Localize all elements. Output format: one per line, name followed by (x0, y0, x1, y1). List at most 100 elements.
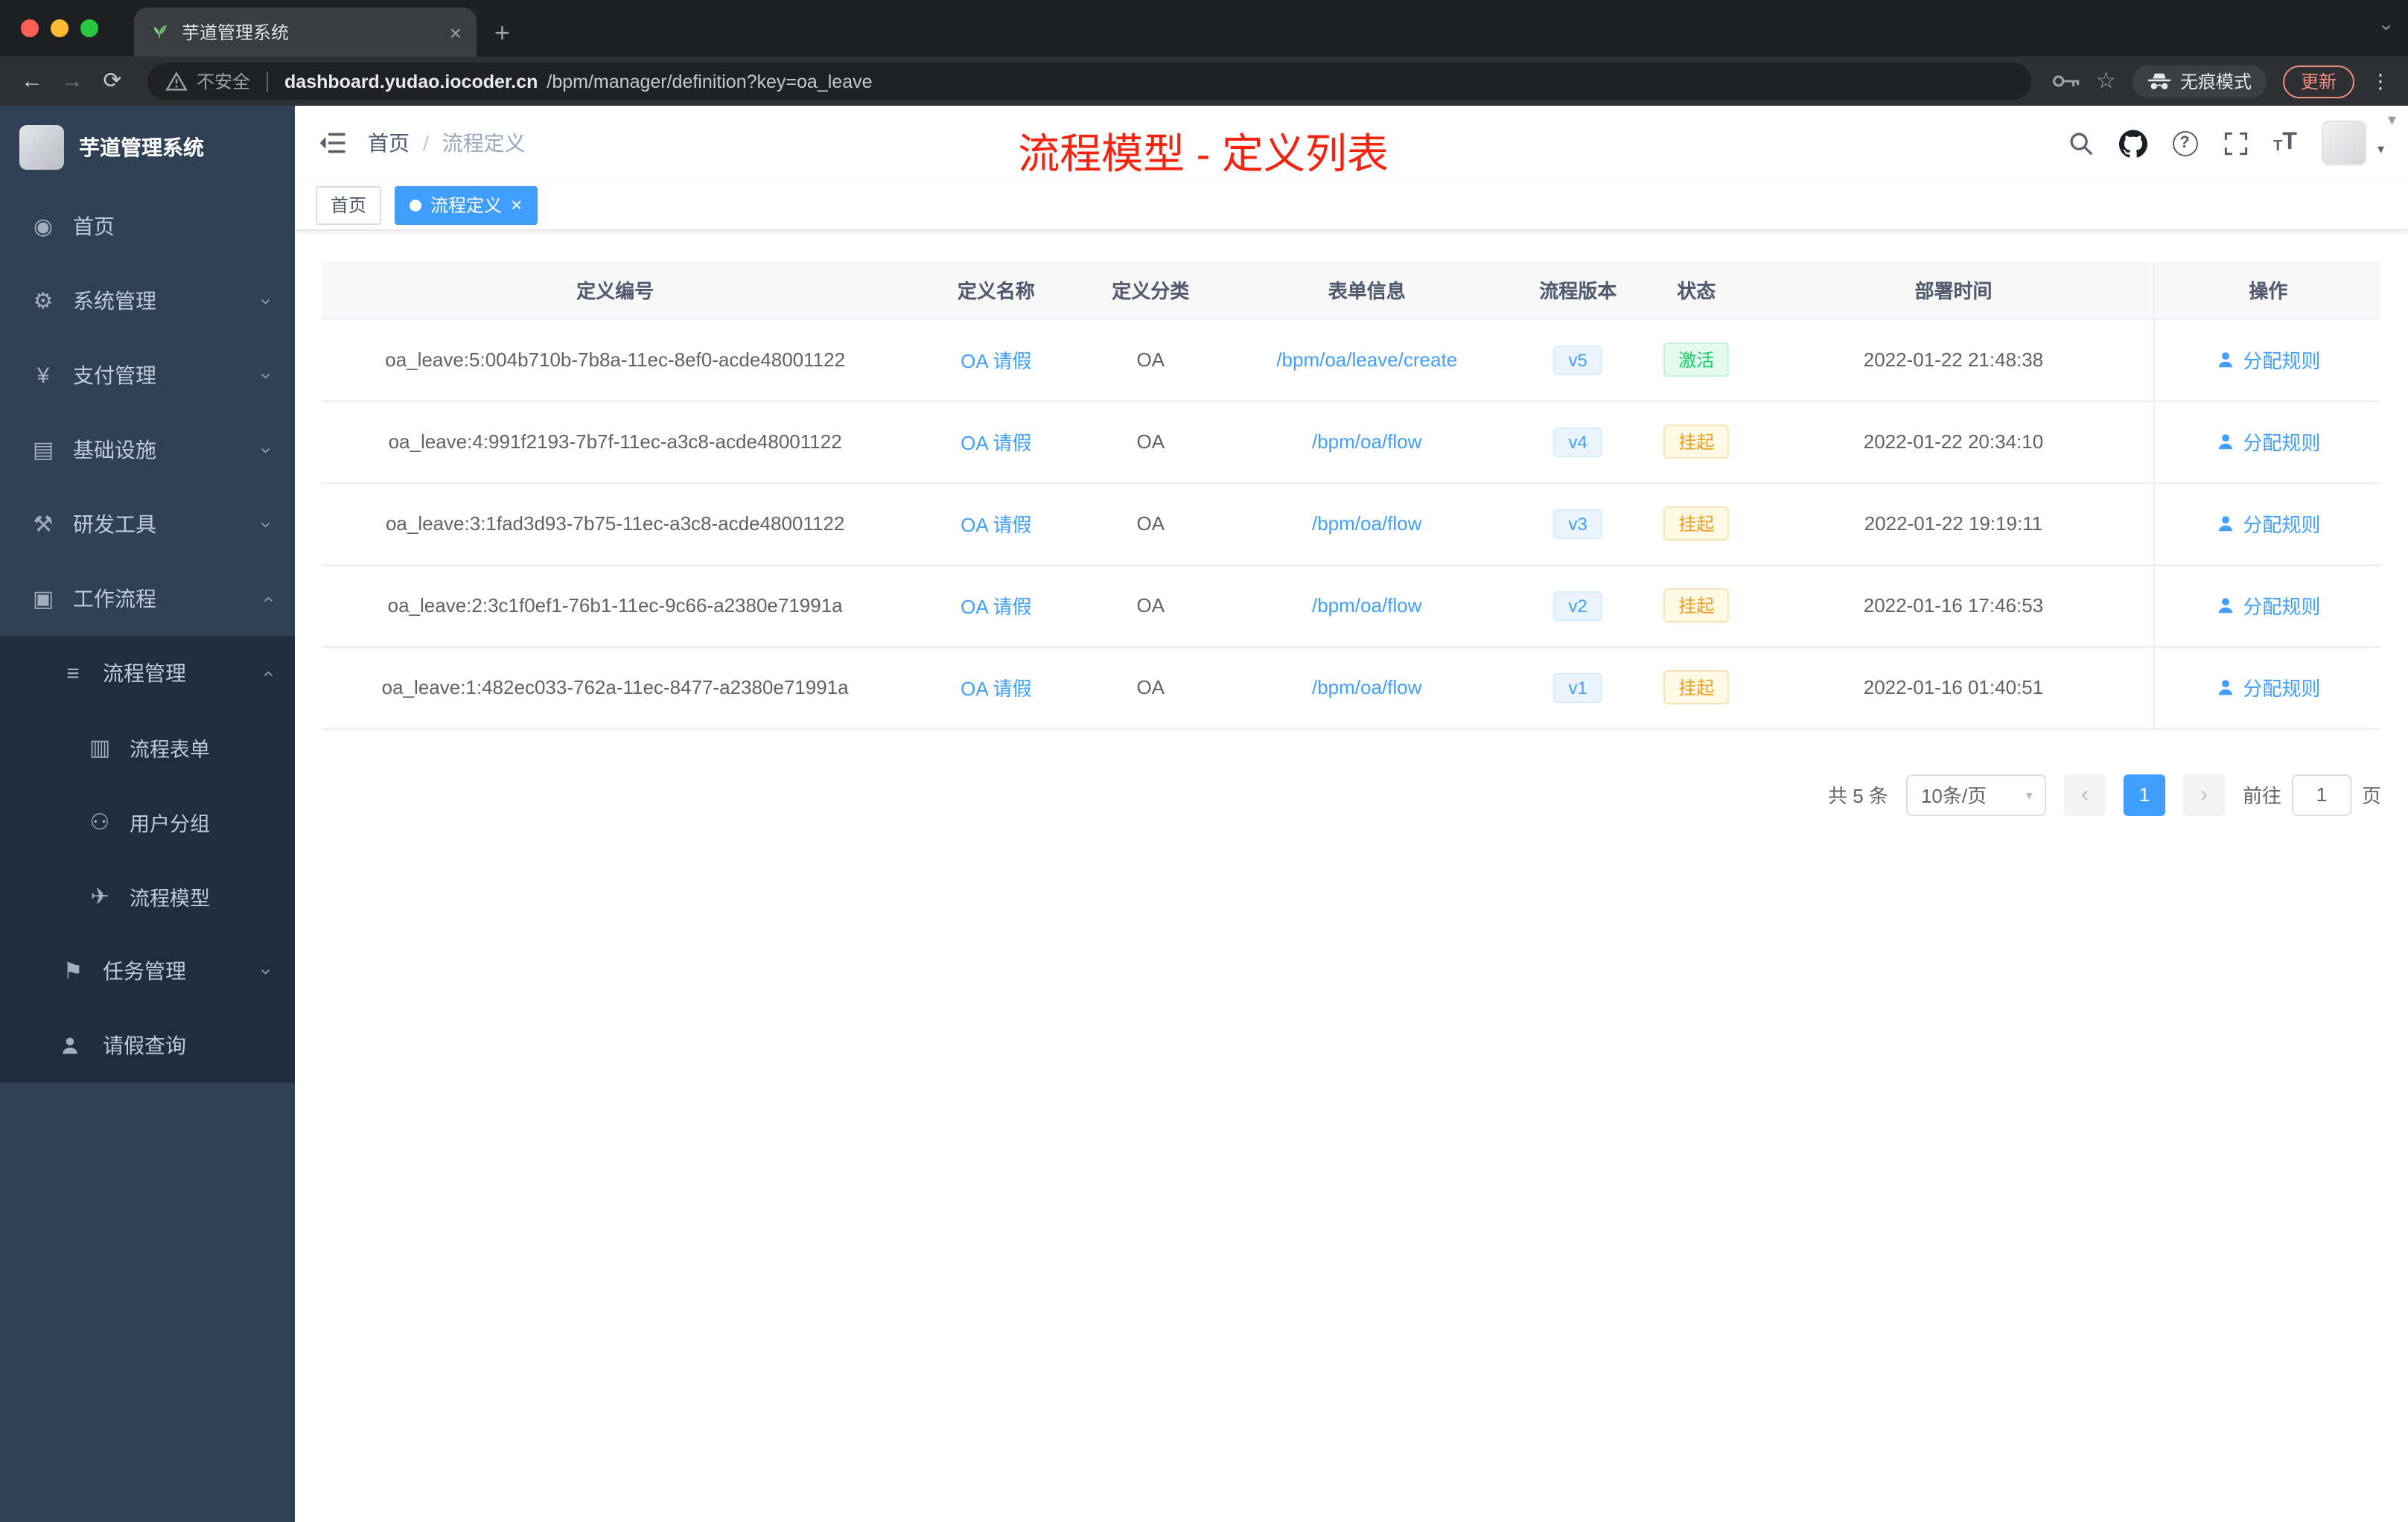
close-window-button[interactable] (21, 19, 39, 37)
column-header: 状态 (1640, 262, 1754, 319)
definition-table: 定义编号 定义名称 定义分类 表单信息 流程版本 状态 部署时间 操作 oa_leave:5:… (322, 262, 2381, 729)
sidebar-item-devtools[interactable]: ⚒ 研发工具 › (0, 487, 295, 561)
form-link[interactable]: /bpm/oa/flow (1312, 512, 1421, 535)
topbar: 首页 / 流程定义 流程模型 - 定义列表 ? T T ▾ (295, 106, 2408, 180)
sidebar-item-process-model[interactable]: ✈ 流程模型 (0, 859, 295, 934)
toolbar-chevron-icon[interactable]: ▾ (2388, 110, 2396, 130)
form-link[interactable]: /bpm/oa/flow (1312, 594, 1421, 617)
tools-icon: ⚒ (33, 512, 54, 537)
browser-menu-icon[interactable]: ⋮ (2371, 71, 2390, 91)
github-icon[interactable] (2118, 129, 2147, 157)
tab-close-icon[interactable]: × (450, 22, 462, 42)
next-page-button[interactable]: › (2182, 774, 2225, 815)
goto-label: 前往 (2242, 785, 2281, 807)
sidebar-item-process-form[interactable]: ▥ 流程表单 (0, 710, 295, 785)
sidebar-item-leave-query[interactable]: 请假查询 (0, 1008, 295, 1083)
chevron-down-icon: › (255, 372, 278, 379)
toolbar-right: ☆ 无痕模式 更新 ⋮ (2045, 65, 2396, 98)
search-icon[interactable] (2068, 130, 2093, 156)
chevron-down-icon: › (255, 967, 278, 975)
browser-tab[interactable]: 芋道管理系统 × (134, 7, 477, 57)
address-bar[interactable]: 不安全 dashboard.yudao.iocoder.cn/bpm/manag… (147, 63, 2031, 100)
table-row: oa_leave:2:3c1f0ef1-76b1-11ec-9c66-a2380… (322, 564, 2381, 647)
new-tab-button[interactable]: + (494, 19, 510, 46)
app-window: 芋道管理系统 ◉ 首页 ⚙ 系统管理 › ¥ 支付管理 › ▤ 基础设施 › ⚒… (0, 106, 2408, 1522)
column-header: 定义编号 (322, 262, 909, 319)
tag-home[interactable]: 首页 (316, 185, 382, 224)
form-link[interactable]: /bpm/oa/leave/create (1276, 348, 1457, 371)
goto-page-input[interactable] (2291, 774, 2351, 815)
cell-category: OA (1083, 483, 1218, 565)
assign-rule-link[interactable]: 分配规则 (2216, 509, 2320, 538)
person-icon (2216, 678, 2235, 697)
cell-definition-id: oa_leave:5:004b710b-7b8a-11ec-8ef0-acde4… (322, 319, 909, 401)
cell-status: 挂起 (1640, 564, 1754, 647)
cell-actions: 分配规则 (2153, 646, 2381, 729)
refresh-button[interactable]: ⟳ (92, 70, 133, 92)
definition-name-link[interactable]: OA 请假 (961, 432, 1031, 454)
minimize-window-button[interactable] (51, 19, 69, 37)
cell-status: 挂起 (1640, 483, 1754, 565)
sidebar-item-label: 流程管理 (103, 661, 186, 685)
sidebar-item-home[interactable]: ◉ 首页 (0, 189, 295, 264)
key-icon[interactable] (2051, 73, 2080, 89)
security-label[interactable]: 不安全 (197, 69, 250, 94)
definition-name-link[interactable]: OA 请假 (961, 678, 1031, 700)
cell-definition-id: oa_leave:1:482ec033-762a-11ec-8477-a2380… (322, 646, 909, 729)
assign-rule-link[interactable]: 分配规则 (2216, 346, 2320, 374)
definition-name-link[interactable]: OA 请假 (961, 350, 1031, 372)
definition-name-link[interactable]: OA 请假 (961, 514, 1031, 536)
sidebar-item-user-group[interactable]: ⚇ 用户分组 (0, 785, 295, 859)
breadcrumb-home[interactable]: 首页 (368, 128, 410, 158)
cell-actions: 分配规则 (2153, 401, 2381, 483)
update-button[interactable]: 更新 (2282, 65, 2354, 98)
fullscreen-icon[interactable] (2223, 130, 2248, 156)
assign-rule-link[interactable]: 分配规则 (2216, 591, 2320, 620)
yen-icon: ¥ (36, 363, 50, 388)
sidebar-item-payment[interactable]: ¥ 支付管理 › (0, 338, 295, 413)
sidebar-item-label: 系统管理 (73, 289, 156, 313)
sidebar-item-system[interactable]: ⚙ 系统管理 › (0, 264, 295, 338)
cell-form-info: /bpm/oa/flow (1217, 401, 1517, 483)
tag-process-definition[interactable]: 流程定义 × (395, 185, 538, 224)
cell-deploy-time: 2022-01-16 17:46:53 (1753, 564, 2155, 647)
sidebar-item-label: 流程模型 (130, 888, 210, 910)
form-icon: ▥ (89, 735, 111, 760)
assign-rule-link[interactable]: 分配规则 (2216, 427, 2320, 456)
assign-rule-link[interactable]: 分配规则 (2216, 673, 2320, 701)
sidebar-item-workflow[interactable]: ▣ 工作流程 › (0, 561, 295, 636)
form-link[interactable]: /bpm/oa/flow (1312, 676, 1421, 698)
bookmark-star-icon[interactable]: ☆ (2096, 70, 2116, 92)
paper-plane-icon: ✈ (90, 884, 109, 909)
back-button[interactable]: ← (12, 70, 52, 92)
sidebar-item-task-mgmt[interactable]: ⚑ 任务管理 › (0, 934, 295, 1008)
chevron-up-icon: › (255, 595, 278, 602)
tab-search-icon[interactable]: › (2376, 25, 2398, 31)
logo-avatar (19, 125, 64, 170)
definition-name-link[interactable]: OA 请假 (961, 596, 1031, 618)
cell-category: OA (1083, 564, 1218, 647)
avatar[interactable] (2322, 121, 2367, 165)
sidebar-item-process-mgmt[interactable]: ≡ 流程管理 › (0, 636, 295, 710)
status-badge: 激活 (1663, 343, 1730, 377)
sidebar-item-infra[interactable]: ▤ 基础设施 › (0, 413, 295, 487)
main-panel: 首页 / 流程定义 流程模型 - 定义列表 ? T T ▾ 首页 流程定义 × … (295, 106, 2408, 1522)
tag-close-icon[interactable]: × (511, 195, 522, 214)
form-link[interactable]: /bpm/oa/flow (1312, 430, 1421, 453)
sidebar-toggle-icon[interactable] (319, 131, 345, 155)
current-page-button[interactable]: 1 (2123, 774, 2165, 815)
page-size-select[interactable]: 10条/页 ▾ (1905, 774, 2046, 815)
breadcrumb-separator: / (423, 131, 429, 155)
font-size-icon[interactable]: TT (2273, 130, 2297, 155)
sidebar-item-label: 首页 (73, 214, 115, 238)
table-row: oa_leave:5:004b710b-7b8a-11ec-8ef0-acde4… (322, 319, 2381, 401)
table-row: oa_leave:1:482ec033-762a-11ec-8477-a2380… (322, 646, 2381, 729)
prev-page-button[interactable]: ‹ (2063, 774, 2106, 815)
app-logo[interactable]: 芋道管理系统 (0, 106, 295, 189)
grid-icon: ▤ (32, 437, 54, 462)
help-icon[interactable]: ? (2172, 130, 2198, 156)
tag-label: 首页 (331, 195, 367, 216)
forward-button[interactable]: → (52, 70, 92, 92)
maximize-window-button[interactable] (80, 19, 98, 37)
status-badge: 挂起 (1663, 588, 1730, 623)
